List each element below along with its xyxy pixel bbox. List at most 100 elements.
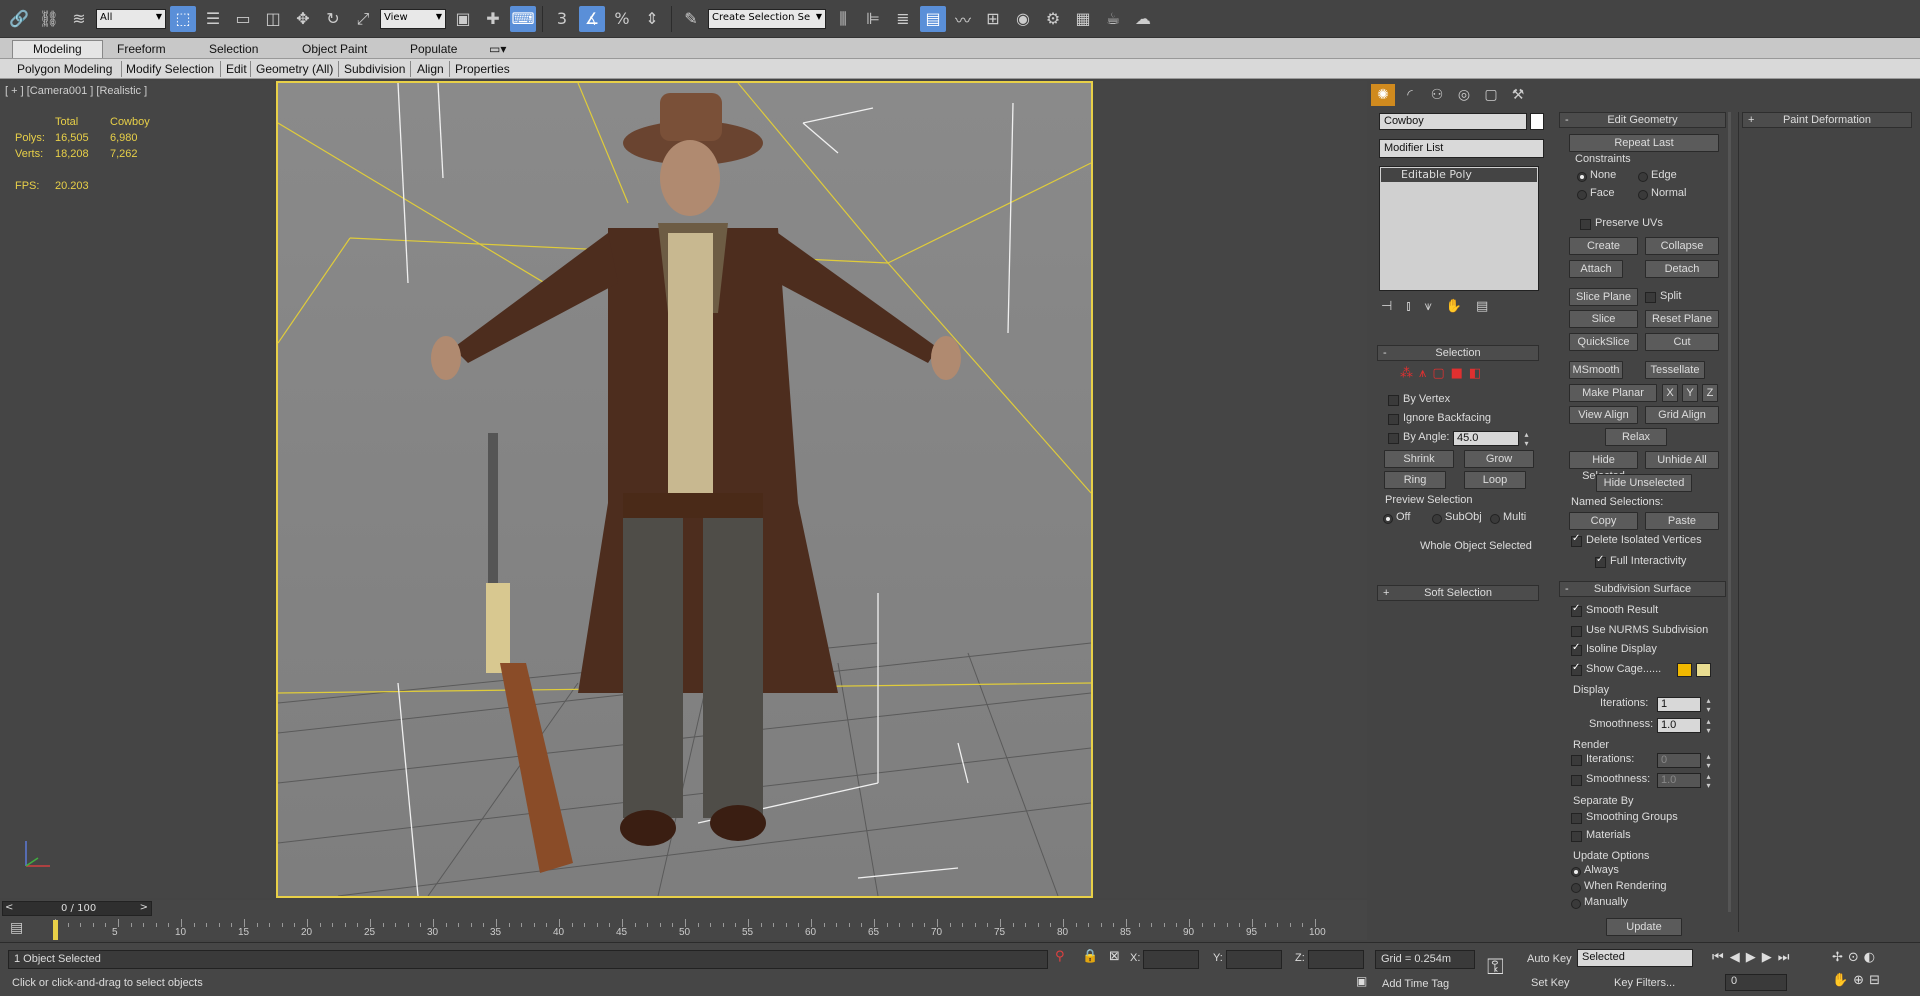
constraint-face-radio[interactable]: Face bbox=[1577, 187, 1614, 200]
rendered-frame-icon[interactable]: ▦ bbox=[1070, 6, 1096, 32]
tab-populate[interactable]: Populate bbox=[410, 40, 457, 58]
nav-controls2-icon[interactable]: ✋⊕⊟ bbox=[1832, 973, 1885, 988]
paste-button[interactable]: Paste bbox=[1645, 512, 1719, 530]
rollout-scrollbar[interactable] bbox=[1728, 112, 1731, 912]
pivot-center-icon[interactable]: ▣ bbox=[450, 6, 476, 32]
add-time-tag[interactable]: Add Time Tag bbox=[1382, 978, 1449, 990]
modifier-list-dropdown[interactable]: Modifier List bbox=[1379, 139, 1544, 158]
object-color-swatch[interactable] bbox=[1530, 113, 1544, 130]
materials-checkbox[interactable]: Materials bbox=[1571, 829, 1631, 842]
set-key-button[interactable]: Set Key bbox=[1531, 977, 1570, 989]
unhide-all-button[interactable]: Unhide All bbox=[1645, 451, 1719, 469]
update-manually-radio[interactable]: Manually bbox=[1571, 896, 1628, 909]
msmooth-button[interactable]: MSmooth bbox=[1569, 361, 1623, 379]
unlink-icon[interactable]: ⛓ bbox=[36, 6, 62, 32]
utilities-tab-icon[interactable]: ⚒ bbox=[1506, 84, 1530, 106]
make-planar-button[interactable]: Make Planar bbox=[1569, 384, 1657, 402]
panel-edit[interactable]: Edit bbox=[226, 62, 247, 76]
selection-rollout-header[interactable]: - Selection bbox=[1377, 345, 1539, 361]
split-checkbox[interactable]: Split bbox=[1645, 290, 1681, 303]
layer-manager-icon[interactable]: ≣ bbox=[890, 6, 916, 32]
grid-align-button[interactable]: Grid Align bbox=[1645, 406, 1719, 424]
panel-properties[interactable]: Properties bbox=[455, 62, 510, 76]
cut-button[interactable]: Cut bbox=[1645, 333, 1719, 351]
current-frame-marker[interactable] bbox=[53, 920, 58, 940]
rifle-model[interactable] bbox=[486, 433, 573, 873]
render-icon[interactable]: ☕ bbox=[1100, 6, 1126, 32]
display-iterations-spinner[interactable]: 1 bbox=[1657, 696, 1713, 714]
absolute-mode-icon[interactable]: ⊠ bbox=[1109, 949, 1120, 964]
ribbon-options-icon[interactable]: ▭▾ bbox=[489, 40, 506, 58]
tab-modeling[interactable]: Modeling bbox=[12, 40, 103, 58]
bind-spacewarp-icon[interactable]: ≋ bbox=[66, 6, 92, 32]
isolate-icon[interactable]: ⚲ bbox=[1055, 949, 1065, 964]
stack-tools-icon[interactable]: ⊣⫾⩛✋▤ bbox=[1381, 299, 1502, 314]
window-crossing-icon[interactable]: ◫ bbox=[260, 6, 286, 32]
slice-button[interactable]: Slice bbox=[1569, 310, 1638, 328]
cage-color-swatch[interactable] bbox=[1677, 663, 1692, 677]
shrink-button[interactable]: Shrink bbox=[1384, 450, 1454, 468]
by-vertex-checkbox[interactable]: By Vertex bbox=[1388, 393, 1450, 406]
use-nurms-checkbox[interactable]: Use NURMS Subdivision bbox=[1571, 624, 1708, 637]
selection-filter-dropdown[interactable]: All bbox=[96, 8, 166, 29]
select-by-name-icon[interactable]: ☰ bbox=[200, 6, 226, 32]
timeline[interactable]: < 0 / 100 > ▤ 5 10 15 20 25 30 35 40 45 50 55 60 65 7… bbox=[0, 900, 1367, 940]
move-icon[interactable]: ✥ bbox=[290, 6, 316, 32]
render-smoothness-spinner[interactable]: 1.0 bbox=[1657, 772, 1713, 790]
nav-controls-icon[interactable]: ✢⊙◐ bbox=[1832, 950, 1880, 965]
percent-snap-icon[interactable]: % bbox=[609, 6, 635, 32]
curve-editor-icon[interactable]: 〰 bbox=[950, 6, 976, 32]
viewport-label-menu[interactable]: [ + ] [Camera001 ] [Realistic ] bbox=[5, 85, 147, 97]
full-interactivity-checkbox[interactable]: Full Interactivity bbox=[1595, 554, 1686, 568]
hide-unselected-button[interactable]: Hide Unselected bbox=[1596, 474, 1692, 492]
display-smoothness-spinner[interactable]: 1.0 bbox=[1657, 717, 1713, 735]
paint-deformation-header[interactable]: + Paint Deformation bbox=[1742, 112, 1912, 128]
keyboard-shortcut-icon[interactable]: ⌨ bbox=[510, 5, 536, 32]
key-mode-dropdown[interactable]: Selected bbox=[1577, 949, 1693, 967]
soft-selection-rollout-header[interactable]: + Soft Selection bbox=[1377, 585, 1539, 601]
reset-plane-button[interactable]: Reset Plane bbox=[1645, 310, 1719, 328]
time-slider-next[interactable]: > bbox=[140, 902, 148, 913]
selection-lock-icon[interactable]: 🔒 bbox=[1082, 949, 1098, 964]
by-angle-checkbox[interactable]: By Angle: bbox=[1388, 431, 1449, 444]
constraint-none-radio[interactable]: None bbox=[1577, 169, 1616, 182]
preview-multi-radio[interactable]: Multi bbox=[1490, 511, 1526, 524]
preserve-uvs-checkbox[interactable]: Preserve UVs bbox=[1580, 217, 1663, 230]
render-setup-icon[interactable]: ⚙ bbox=[1040, 6, 1066, 32]
update-button[interactable]: Update bbox=[1606, 918, 1682, 936]
align-icon[interactable]: ⊫ bbox=[860, 6, 886, 32]
rotate-icon[interactable]: ↻ bbox=[320, 6, 346, 32]
ref-coord-dropdown[interactable]: View bbox=[380, 8, 446, 29]
time-slider-prev[interactable]: < bbox=[5, 902, 13, 913]
scale-icon[interactable]: ⤢ bbox=[350, 6, 376, 32]
frame-ruler[interactable]: 5 10 15 20 25 30 35 40 45 50 55 60 65 70 75 80 85 90 95 100 bbox=[55, 917, 1365, 939]
delete-isolated-checkbox[interactable]: Delete Isolated Vertices bbox=[1571, 533, 1702, 547]
time-slider-track[interactable]: < 0 / 100 > bbox=[2, 901, 152, 916]
z-coord-field[interactable] bbox=[1308, 950, 1364, 969]
cowboy-model[interactable] bbox=[431, 93, 961, 846]
render-production-icon[interactable]: ☁ bbox=[1130, 6, 1156, 32]
panel-subdivision[interactable]: Subdivision bbox=[344, 62, 405, 76]
ribbon-toggle-icon[interactable]: ▤ bbox=[920, 5, 946, 32]
motion-tab-icon[interactable]: ◎ bbox=[1452, 84, 1476, 106]
ignore-backfacing-checkbox[interactable]: Ignore Backfacing bbox=[1388, 412, 1491, 425]
detach-button[interactable]: Detach bbox=[1645, 260, 1719, 278]
hide-selected-button[interactable]: Hide Selected bbox=[1569, 451, 1638, 482]
quickslice-button[interactable]: QuickSlice bbox=[1569, 333, 1638, 351]
panel-geometry-all[interactable]: Geometry (All) bbox=[256, 62, 333, 76]
tab-selection[interactable]: Selection bbox=[209, 40, 258, 58]
y-coord-field[interactable] bbox=[1226, 950, 1282, 969]
create-tab-icon[interactable]: ✺ bbox=[1371, 84, 1395, 106]
panel-modify-selection[interactable]: Modify Selection bbox=[126, 62, 214, 76]
panel-polygon-modeling[interactable]: Polygon Modeling bbox=[17, 62, 112, 76]
camera-viewport[interactable] bbox=[276, 81, 1093, 898]
link-icon[interactable]: 🔗 bbox=[6, 6, 32, 32]
render-iterations-spinner[interactable]: 0 bbox=[1657, 752, 1713, 770]
copy-button[interactable]: Copy bbox=[1569, 512, 1638, 530]
display-tab-icon[interactable]: ▢ bbox=[1479, 84, 1503, 106]
angle-spinner[interactable]: 45.0 bbox=[1453, 430, 1531, 448]
planar-z-button[interactable]: Z bbox=[1702, 384, 1718, 402]
key-filters-button[interactable]: Key Filters... bbox=[1614, 977, 1675, 989]
loop-button[interactable]: Loop bbox=[1464, 471, 1526, 489]
trackbar-toggle-icon[interactable]: ▤ bbox=[10, 920, 36, 938]
